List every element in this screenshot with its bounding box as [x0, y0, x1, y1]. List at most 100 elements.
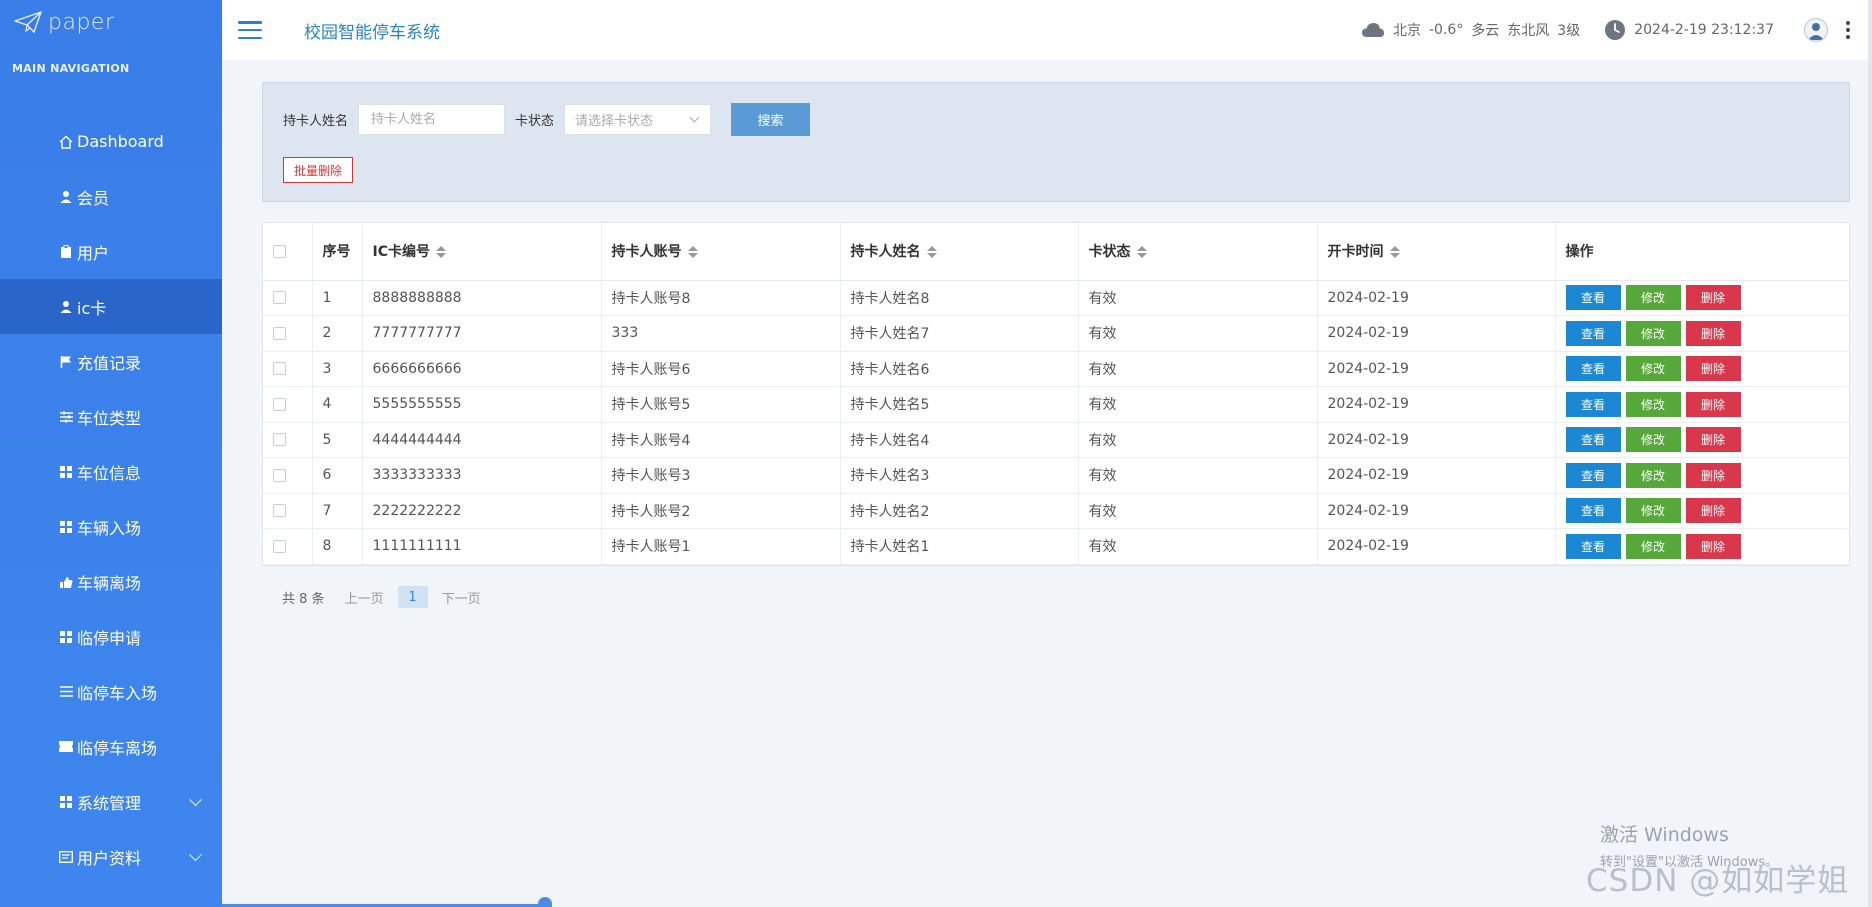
edit-button[interactable]: 修改 — [1625, 356, 1681, 382]
col-header-name[interactable]: 持卡人姓名 — [840, 223, 1079, 281]
delete-button[interactable]: 删除 — [1685, 427, 1741, 453]
sort-icon[interactable] — [926, 246, 937, 259]
sidebar-item-0[interactable]: Dashboard — [0, 114, 222, 169]
delete-button[interactable]: 删除 — [1685, 533, 1741, 559]
sidebar-item-9[interactable]: 临停申请 — [0, 609, 222, 664]
table-row[interactable]: 7 2222222222 持卡人账号2 持卡人姓名2 有效 2024-02-19 查看 修改删… — [263, 493, 1849, 529]
card-status-select[interactable]: 请选择卡状态 — [564, 103, 712, 135]
edit-button[interactable]: 修改 — [1625, 498, 1681, 524]
batch-delete-button[interactable]: 批量删除 — [283, 157, 354, 183]
scroll-handle[interactable] — [538, 897, 552, 907]
avatar[interactable] — [1804, 18, 1828, 42]
table-row[interactable]: 8 1111111111 持卡人账号1 持卡人姓名1 有效 2024-02-19 查看 修改删… — [263, 528, 1849, 565]
more-options-icon[interactable] — [1846, 21, 1850, 39]
sidebar-item-7[interactable]: 车辆入场 — [0, 499, 222, 554]
edit-button[interactable]: 修改 — [1625, 391, 1681, 417]
grid-icon — [58, 464, 74, 480]
select-all-checkbox[interactable] — [273, 244, 286, 258]
weather-wind: 东北风 — [1507, 23, 1550, 39]
view-button[interactable]: 查看 — [1565, 356, 1621, 382]
logo[interactable]: paper — [0, 0, 222, 44]
col-header-status[interactable]: 卡状态 — [1078, 223, 1318, 281]
sidebar-item-8[interactable]: 车辆离场 — [0, 554, 222, 609]
table-row[interactable]: 3 6666666666 持卡人账号6 持卡人姓名6 有效 2024-02-19 查看 修改删… — [263, 351, 1849, 387]
sidebar-item-label: 车辆入场 — [77, 518, 142, 538]
vertical-scrollbar[interactable] — [1868, 0, 1872, 907]
delete-button[interactable]: 删除 — [1685, 462, 1741, 488]
page-number-button[interactable]: 1 — [397, 586, 428, 608]
view-button[interactable]: 查看 — [1565, 498, 1621, 524]
row-checkbox[interactable] — [273, 433, 286, 447]
edit-button[interactable]: 修改 — [1625, 533, 1681, 559]
menu-toggle-icon[interactable] — [238, 21, 262, 39]
sidebar-item-1[interactable]: 会员 — [0, 169, 222, 224]
edit-button[interactable]: 修改 — [1625, 462, 1681, 488]
cardholder-name-input[interactable] — [358, 103, 506, 135]
sidebar-item-5[interactable]: 车位类型 — [0, 389, 222, 444]
cell-status: 有效 — [1078, 280, 1318, 316]
delete-button[interactable]: 删除 — [1685, 285, 1741, 311]
row-checkbox[interactable] — [273, 397, 286, 411]
row-checkbox[interactable] — [273, 291, 286, 305]
cell-card: 8888888888 — [362, 280, 602, 316]
view-button[interactable]: 查看 — [1565, 391, 1621, 417]
next-page-button[interactable]: 下一页 — [442, 588, 481, 607]
col-header-account[interactable]: 持卡人账号 — [601, 223, 841, 281]
cell-card: 4444444444 — [362, 422, 602, 458]
search-panel: 持卡人姓名 卡状态 请选择卡状态 搜索 批量删除 — [262, 82, 1850, 202]
sidebar-item-10[interactable]: 临停车入场 — [0, 664, 222, 719]
cell-actions: 查看 修改 删除 — [1555, 315, 1849, 352]
edit-button[interactable]: 修改 — [1625, 285, 1681, 311]
sort-icon[interactable] — [1389, 246, 1400, 259]
logo-text: paper — [48, 9, 115, 35]
row-checkbox[interactable] — [273, 362, 286, 376]
delete-button[interactable]: 删除 — [1685, 356, 1741, 382]
row-select-cell — [263, 493, 313, 529]
sidebar-item-12[interactable]: 系统管理 — [0, 774, 222, 829]
view-button[interactable]: 查看 — [1565, 320, 1621, 346]
sort-icon[interactable] — [435, 246, 446, 259]
sidebar-item-3[interactable]: ic卡 — [0, 279, 257, 334]
view-button[interactable]: 查看 — [1565, 285, 1621, 311]
search-button[interactable]: 搜索 — [731, 102, 811, 136]
delete-button[interactable]: 删除 — [1685, 320, 1741, 346]
nav-heading: MAIN NAVIGATION — [12, 62, 130, 75]
sort-icon[interactable] — [687, 246, 698, 259]
sort-icon[interactable] — [1136, 246, 1147, 259]
cell-idx: 2 — [312, 315, 363, 352]
row-checkbox[interactable] — [273, 326, 286, 340]
view-button[interactable]: 查看 — [1565, 462, 1621, 488]
sidebar-item-11[interactable]: 临停车离场 — [0, 719, 222, 774]
cell-idx: 4 — [312, 386, 363, 423]
table-row[interactable]: 6 3333333333 持卡人账号3 持卡人姓名3 有效 2024-02-19 查看 修改删… — [263, 457, 1849, 494]
delete-button[interactable]: 删除 — [1685, 498, 1741, 524]
view-button[interactable]: 查看 — [1565, 533, 1621, 559]
col-header-card[interactable]: IC卡编号 — [362, 223, 602, 281]
chevron-down-icon — [689, 112, 700, 122]
sidebar-item-4[interactable]: 充值记录 — [0, 334, 222, 389]
sidebar-item-6[interactable]: 车位信息 — [0, 444, 222, 499]
col-header-actions: 操作 — [1555, 223, 1849, 281]
row-checkbox[interactable] — [273, 504, 286, 518]
row-checkbox[interactable] — [273, 468, 286, 482]
row-select-cell — [263, 457, 313, 494]
table-row[interactable]: 4 5555555555 持卡人账号5 持卡人姓名5 有效 2024-02-19 查看 修改删… — [263, 386, 1849, 423]
sidebar-item-13[interactable]: 用户资料 — [0, 829, 222, 884]
cell-date: 2024-02-19 — [1317, 351, 1556, 387]
delete-button[interactable]: 删除 — [1685, 391, 1741, 417]
row-checkbox[interactable] — [273, 539, 286, 553]
cell-actions: 查看 修改 删除 — [1555, 528, 1849, 565]
col-header-date[interactable]: 开卡时间 — [1317, 223, 1556, 281]
cell-card: 7777777777 — [362, 315, 602, 352]
ticket-icon — [58, 739, 74, 755]
view-button[interactable]: 查看 — [1565, 427, 1621, 453]
table-row[interactable]: 2 7777777777 333 持卡人姓名7 有效 2024-02-19 查看 修改 删除 — [263, 315, 1849, 352]
table-row[interactable]: 5 4444444444 持卡人账号4 持卡人姓名4 有效 2024-02-19 查看 修改删… — [263, 422, 1849, 458]
prev-page-button[interactable]: 上一页 — [345, 588, 384, 607]
edit-button[interactable]: 修改 — [1625, 320, 1681, 346]
edit-button[interactable]: 修改 — [1625, 427, 1681, 453]
cell-name: 持卡人姓名8 — [840, 280, 1079, 316]
cell-name: 持卡人姓名7 — [840, 315, 1079, 352]
sidebar-item-2[interactable]: 用户 — [0, 224, 222, 279]
table-row[interactable]: 1 8888888888 持卡人账号8 持卡人姓名8 有效 2024-02-19 查看 修改删… — [263, 280, 1849, 316]
